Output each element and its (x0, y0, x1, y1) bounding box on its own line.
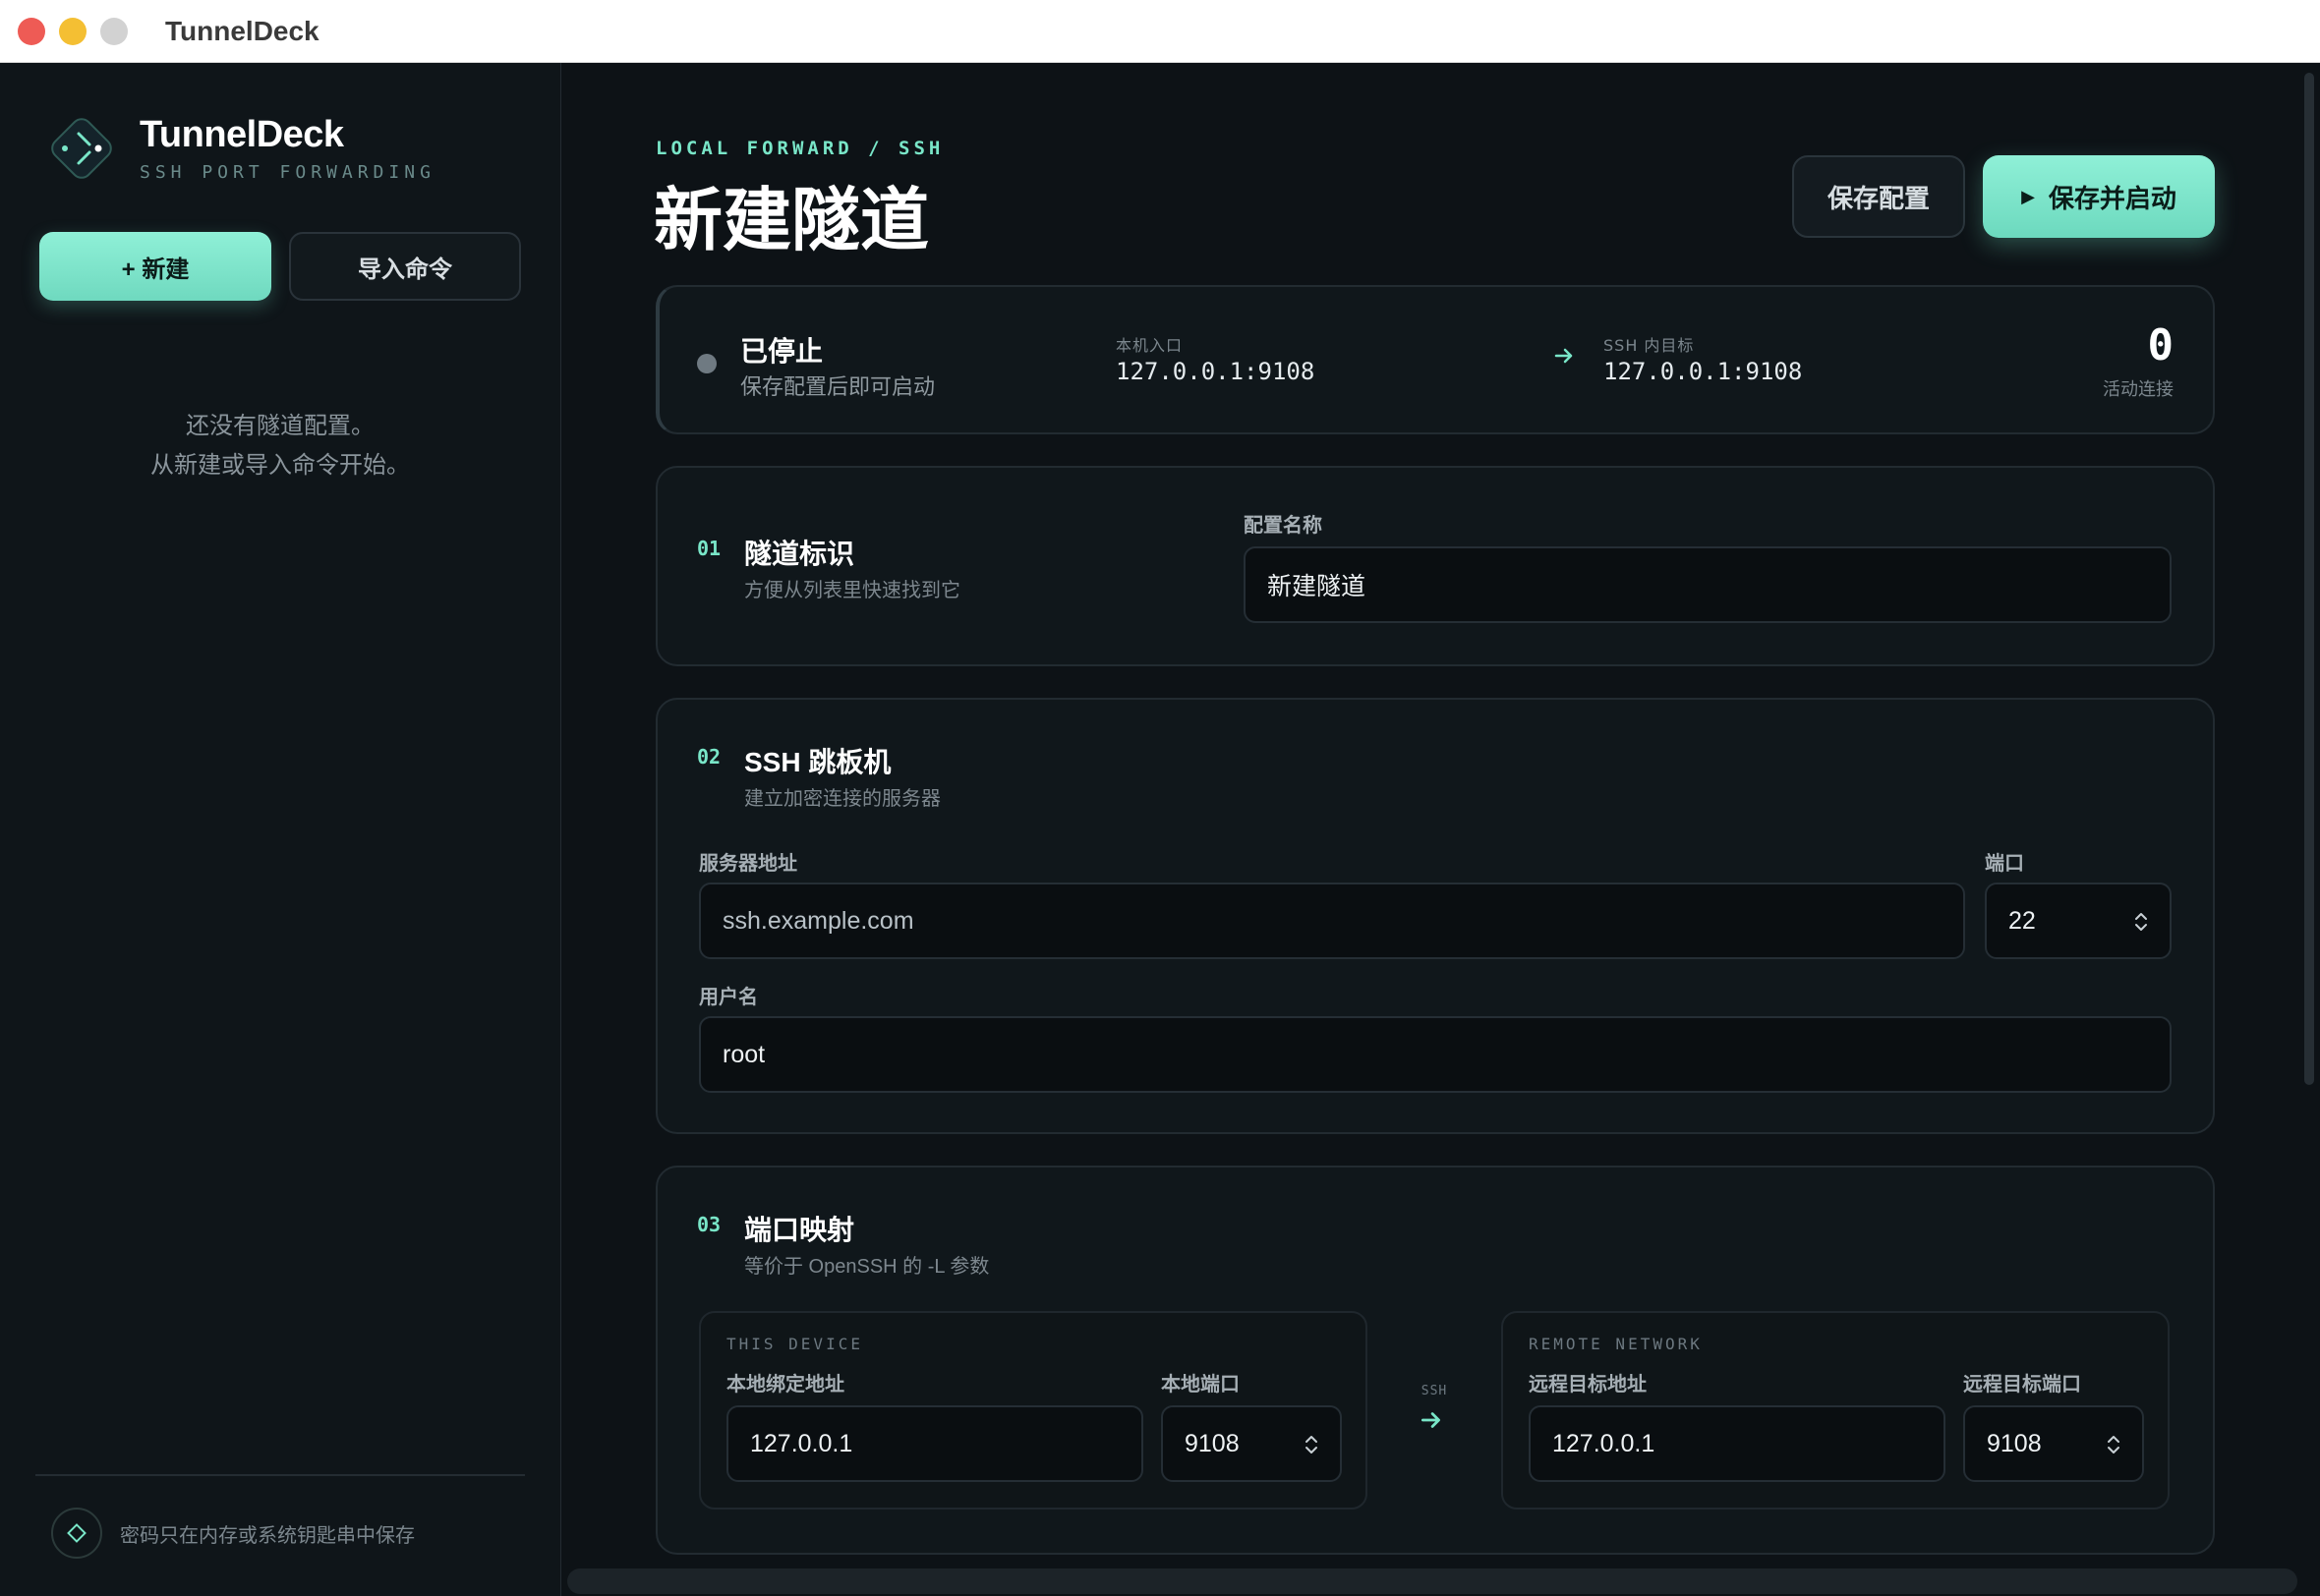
remote-port-input[interactable]: 9108 (1963, 1405, 2144, 1482)
import-command-button[interactable]: 导入命令 (289, 232, 521, 301)
title-bar: TunnelDeck (0, 0, 2320, 63)
main-panel: LOCAL FORWARD / SSH 新建隧道 保存配置 ▶ 保存并启动 已停… (561, 63, 2320, 1596)
local-port-input[interactable]: 9108 (1161, 1405, 1342, 1482)
save-config-button[interactable]: 保存配置 (1792, 155, 1965, 238)
status-title: 已停止 (740, 336, 824, 367)
local-port-value: 9108 (1185, 1429, 1240, 1457)
stepper-icon[interactable] (2132, 908, 2150, 936)
username-label: 用户名 (699, 987, 758, 1008)
brand-name: TunnelDeck (140, 114, 344, 155)
local-entry-value: 127.0.0.1:9108 (1116, 358, 1315, 385)
remote-host-input[interactable]: 127.0.0.1 (1529, 1405, 1945, 1482)
window-controls (18, 17, 128, 45)
section-title: 隧道标识 (744, 539, 855, 569)
local-device-panel: THIS DEVICE 本地绑定地址 127.0.0.1 本地端口 9108 (699, 1311, 1367, 1510)
minimize-window-button[interactable] (59, 17, 87, 45)
section-ssh-host: 02 SSH 跳板机 建立加密连接的服务器 服务器地址 ssh.example.… (656, 698, 2215, 1134)
new-tunnel-button[interactable]: + 新建 (39, 232, 271, 301)
section-number: 02 (697, 745, 722, 769)
diamond-icon (51, 1508, 102, 1559)
horizontal-scrollbar[interactable] (567, 1568, 2297, 1594)
section-number: 01 (697, 537, 722, 560)
sidebar-divider (35, 1474, 525, 1476)
status-dot (697, 354, 717, 373)
server-address-label: 服务器地址 (699, 853, 797, 875)
empty-state-line1: 还没有隧道配置。 (186, 413, 375, 439)
active-connection-count: 0 (2147, 320, 2175, 370)
server-address-input[interactable]: ssh.example.com (699, 883, 1965, 959)
local-bind-input[interactable]: 127.0.0.1 (726, 1405, 1143, 1482)
brand-tagline: SSH PORT FORWARDING (140, 162, 435, 183)
status-subtitle: 保存配置后即可启动 (740, 374, 936, 399)
config-name-label: 配置名称 (1244, 515, 1322, 537)
arrow-right-icon (1552, 344, 1576, 372)
stepper-icon[interactable] (1303, 1431, 1320, 1458)
config-name-input[interactable]: 新建隧道 (1244, 546, 2172, 623)
security-note: 密码只在内存或系统钥匙串中保存 (120, 1524, 415, 1547)
remote-port-value: 9108 (1987, 1429, 2042, 1457)
section-title: SSH 跳板机 (744, 747, 892, 777)
ssh-port-label: 端口 (1985, 853, 2024, 875)
remote-host-label: 远程目标地址 (1529, 1374, 1647, 1396)
section-subtitle: 建立加密连接的服务器 (744, 788, 941, 810)
tunnel-logo-icon (45, 112, 118, 185)
username-input[interactable]: root (699, 1016, 2172, 1093)
play-icon: ▶ (2021, 186, 2035, 206)
window-title: TunnelDeck (165, 15, 319, 46)
section-subtitle: 方便从列表里快速找到它 (744, 580, 960, 601)
empty-state-line2: 从新建或导入命令开始。 (150, 452, 410, 479)
local-entry-label: 本机入口 (1116, 336, 1184, 355)
close-window-button[interactable] (18, 17, 45, 45)
local-port-label: 本地端口 (1161, 1374, 1240, 1396)
ssh-target-label: SSH 内目标 (1603, 336, 1695, 355)
breadcrumb: LOCAL FORWARD / SSH (656, 138, 945, 159)
stepper-icon[interactable] (2105, 1431, 2122, 1458)
remote-port-label: 远程目标端口 (1963, 1374, 2081, 1396)
section-subtitle: 等价于 OpenSSH 的 -L 参数 (744, 1256, 990, 1278)
page-title: 新建隧道 (654, 182, 929, 258)
arrow-right-icon (1419, 1407, 1444, 1438)
sidebar: TunnelDeck SSH PORT FORWARDING + 新建 导入命令… (0, 63, 561, 1596)
brand: TunnelDeck SSH PORT FORWARDING (45, 112, 435, 185)
save-and-start-button[interactable]: ▶ 保存并启动 (1983, 155, 2215, 238)
app-window: TunnelDeck TunnelDeck SSH PORT FORWARDIN… (0, 0, 2320, 1596)
sidebar-footer: 密码只在内存或系统钥匙串中保存 (51, 1508, 415, 1559)
save-and-start-label: 保存并启动 (2048, 183, 2176, 213)
panel-tag: REMOTE NETWORK (1529, 1335, 1703, 1353)
panel-tag: THIS DEVICE (726, 1335, 863, 1353)
ssh-port-input[interactable]: 22 (1985, 883, 2172, 959)
status-card: 已停止 保存配置后即可启动 本机入口 127.0.0.1:9108 SSH 内目… (656, 285, 2215, 434)
section-identity: 01 隧道标识 方便从列表里快速找到它 配置名称 新建隧道 (656, 466, 2215, 666)
maximize-window-button[interactable] (100, 17, 128, 45)
active-connection-label: 活动连接 (2103, 379, 2174, 399)
section-number: 03 (697, 1213, 722, 1236)
vertical-scrollbar[interactable] (2304, 73, 2314, 1085)
remote-network-panel: REMOTE NETWORK 远程目标地址 127.0.0.1 远程目标端口 9… (1501, 1311, 2170, 1510)
empty-state: 还没有隧道配置。 从新建或导入命令开始。 (0, 407, 560, 485)
section-port-mapping: 03 端口映射 等价于 OpenSSH 的 -L 参数 THIS DEVICE … (656, 1166, 2215, 1555)
local-bind-label: 本地绑定地址 (726, 1374, 844, 1396)
ssh-target-value: 127.0.0.1:9108 (1603, 358, 1803, 385)
via-ssh-label: SSH (1421, 1384, 1448, 1398)
ssh-port-value: 22 (2008, 906, 2036, 935)
section-title: 端口映射 (744, 1215, 855, 1245)
